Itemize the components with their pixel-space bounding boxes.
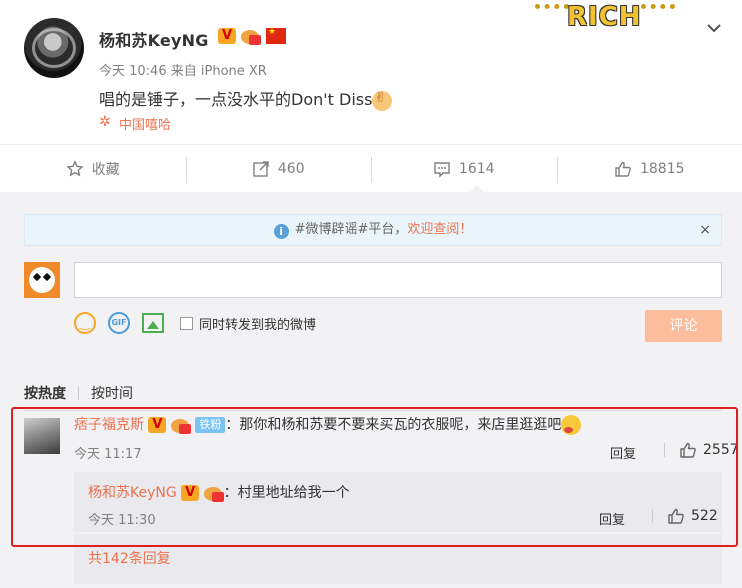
- star-icon: [66, 159, 84, 176]
- notice-text[interactable]: #微博辟谣#平台，: [295, 222, 408, 237]
- author-name[interactable]: 杨和苏KeyNG: [99, 27, 209, 51]
- sub-reply-content: 杨和苏KeyNG V ：村里地址给我一个: [88, 482, 350, 502]
- sub-reply-button[interactable]: 回复: [599, 509, 625, 528]
- fan-badge[interactable]: 铁粉: [195, 417, 226, 433]
- sort-divider: [78, 386, 79, 400]
- more-replies-box: 共142条回复: [74, 534, 722, 584]
- gold-chain-right: [641, 4, 675, 14]
- post-action-bar: 收藏 460 1614 18815: [0, 144, 742, 192]
- verified-badge[interactable]: V: [218, 28, 236, 44]
- repost-option-label: 同时转发到我的微博: [199, 317, 317, 333]
- current-user-avatar[interactable]: [24, 262, 60, 298]
- like-button[interactable]: 18815: [556, 145, 742, 192]
- sub-reply-box: 杨和苏KeyNG V ：村里地址给我一个 今天 11:30 回复 522: [74, 472, 722, 532]
- rich-decoration: RICH: [535, 0, 675, 38]
- more-replies-link[interactable]: 共142条回复: [88, 548, 171, 568]
- comment-content: 痞子福克斯 V 铁粉 ：那你和杨和苏要不要来买瓦的衣服呢，来店里逛逛吧: [74, 414, 722, 435]
- like-icon: [680, 442, 696, 458]
- repost-option[interactable]: 同时转发到我的微博: [180, 314, 316, 333]
- repost-count: 460: [277, 160, 305, 177]
- comment-count: 1614: [458, 160, 495, 177]
- sub-replier-name[interactable]: 杨和苏KeyNG: [88, 485, 177, 501]
- like-icon: [668, 508, 684, 524]
- commenter-avatar[interactable]: [24, 418, 60, 454]
- author-avatar[interactable]: [24, 18, 84, 78]
- repost-icon: [253, 160, 269, 177]
- info-icon: i: [273, 224, 289, 239]
- sub-reply-like-count: 522: [691, 508, 718, 524]
- commenter-name[interactable]: 痞子福克斯: [74, 417, 144, 433]
- sort-by-time-tab[interactable]: 按时间: [91, 383, 133, 403]
- member-crown-icon[interactable]: [241, 27, 261, 45]
- repost-button[interactable]: 460: [185, 145, 372, 192]
- comment-icon: [434, 161, 450, 178]
- topic-icon: [99, 114, 113, 131]
- emoji-icon[interactable]: [74, 312, 96, 334]
- post-meta: 今天 10:46 来自 iPhone XR: [99, 60, 267, 79]
- verified-badge[interactable]: V: [181, 485, 200, 501]
- china-flag-icon[interactable]: [266, 27, 286, 44]
- close-icon[interactable]: ×: [699, 215, 711, 245]
- favorite-button[interactable]: 收藏: [0, 145, 186, 192]
- favorite-label: 收藏: [91, 161, 120, 178]
- sort-by-hot-tab[interactable]: 按热度: [24, 383, 66, 403]
- member-crown-icon[interactable]: [170, 416, 191, 434]
- comment-sort-tabs: 按热度 按时间: [24, 383, 133, 403]
- active-tab-indicator: [470, 185, 484, 192]
- comment-reply-button[interactable]: 回复: [610, 443, 636, 462]
- like-divider: [664, 443, 665, 457]
- member-crown-icon[interactable]: [203, 484, 224, 502]
- comment-text: ：那你和杨和苏要不要来买瓦的衣服呢，来店里逛逛吧: [225, 417, 562, 433]
- composer-tools: GIF 同时转发到我的微博: [74, 312, 316, 334]
- like-count: 18815: [639, 160, 685, 177]
- comment-like-count: 2557: [703, 442, 739, 458]
- chevron-down-icon[interactable]: [706, 22, 722, 34]
- post-text: 唱的是锤子，一点没水平的Don't Diss: [99, 86, 393, 111]
- comment-like-button[interactable]: 2557: [664, 441, 739, 459]
- submit-comment-button[interactable]: 评论: [645, 310, 722, 342]
- rich-decoration-text: RICH: [567, 2, 642, 32]
- topic-link[interactable]: 中国嘻哈: [99, 114, 171, 133]
- repost-checkbox[interactable]: [180, 316, 193, 330]
- like-divider: [652, 509, 653, 523]
- sub-reply-like-button[interactable]: 522: [652, 507, 718, 525]
- verified-badge[interactable]: V: [148, 417, 167, 433]
- tongue-emoji-icon: [561, 415, 582, 435]
- comment-input[interactable]: [74, 262, 722, 298]
- comment-time: 今天 11:17: [74, 447, 142, 462]
- comment-area: i #微博辟谣#平台，欢迎查阅！ × GIF 同时转发到我的微博 评论 按热度 按…: [0, 192, 742, 588]
- sub-reply-time: 今天 11:30: [88, 513, 156, 528]
- like-icon: [615, 161, 631, 177]
- gif-icon[interactable]: GIF: [108, 312, 130, 334]
- victory-hand-emoji-icon: [372, 90, 393, 111]
- topic-label: 中国嘻哈: [119, 118, 172, 133]
- weibo-post: 杨和苏KeyNG V 今天 10:46 来自 iPhone XR 唱的是锤子，一…: [0, 0, 742, 144]
- notice-link[interactable]: 欢迎查阅！: [407, 222, 472, 237]
- sort-divider-line: [24, 410, 722, 411]
- author-badges: V: [218, 27, 286, 45]
- comment-item: 痞子福克斯 V 铁粉 ：那你和杨和苏要不要来买瓦的衣服呢，来店里逛逛吧: [74, 414, 722, 435]
- post-time[interactable]: 今天 10:46: [99, 64, 167, 79]
- rumor-notice-bar: i #微博辟谣#平台，欢迎查阅！ ×: [24, 214, 722, 246]
- image-icon[interactable]: [142, 313, 164, 333]
- gold-chain-left: [535, 4, 569, 14]
- sub-reply-text: ：村里地址给我一个: [223, 485, 350, 501]
- post-text-content: 唱的是锤子，一点没水平的Don't Diss: [99, 90, 373, 109]
- post-source[interactable]: 来自 iPhone XR: [171, 64, 267, 79]
- comment-button[interactable]: 1614: [371, 145, 557, 192]
